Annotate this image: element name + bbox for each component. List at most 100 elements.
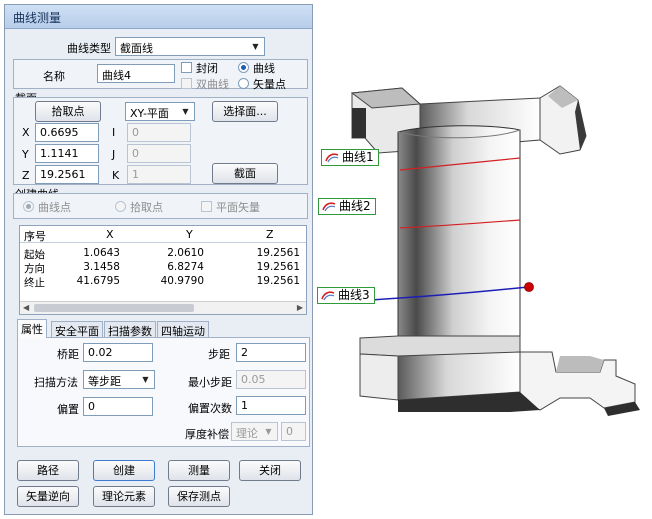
offset-input[interactable]: 0 — [83, 397, 153, 416]
row-z: 19.2561 — [256, 275, 300, 287]
curve-3-label: 曲线3 — [338, 288, 370, 302]
step-input[interactable]: 2 — [236, 343, 306, 362]
scan-method-label: 扫描方法 — [34, 376, 78, 389]
plane-vector-label: 平面矢量 — [216, 201, 260, 214]
curve-radio[interactable] — [238, 62, 249, 73]
offset-label: 偏置 — [57, 403, 79, 416]
tab-four-axis[interactable]: 四轴运动 — [157, 321, 209, 338]
table-row[interactable]: 方向 3.1458 6.8274 19.2561 — [20, 261, 306, 275]
measure-button[interactable]: 测量 — [168, 460, 230, 481]
min-step-input[interactable]: 0.05 — [236, 370, 306, 389]
row-y: 40.9790 — [160, 275, 204, 287]
curve-type-select[interactable]: 截面线 ▼ — [115, 37, 265, 56]
scroll-right-icon[interactable]: ▶ — [297, 302, 303, 314]
tab-safe-plane[interactable]: 安全平面 — [51, 321, 103, 338]
section-button[interactable]: 截面 — [212, 163, 278, 184]
z-input[interactable]: 19.2561 — [35, 165, 99, 184]
thickness-label: 厚度补偿 — [185, 428, 229, 441]
closed-label: 封闭 — [196, 62, 218, 75]
thickness-number-input[interactable]: 0 — [281, 422, 306, 441]
thickness-select[interactable]: 理论 ▼ — [231, 422, 278, 441]
pick-point-radio[interactable] — [115, 201, 126, 212]
j-input[interactable]: 0 — [127, 144, 191, 163]
theory-element-button[interactable]: 理论元素 — [93, 486, 155, 507]
row-name: 起始 — [24, 249, 45, 261]
offset-count-input[interactable]: 1 — [236, 396, 306, 415]
name-label: 名称 — [43, 70, 65, 83]
min-step-label: 最小步距 — [188, 376, 232, 389]
row-y: 6.8274 — [167, 261, 204, 273]
chevron-down-icon: ▼ — [142, 375, 149, 384]
scroll-left-icon[interactable]: ◀ — [23, 302, 29, 314]
row-name: 方向 — [24, 263, 45, 275]
row-x: 3.1458 — [83, 261, 120, 273]
step-label: 步距 — [208, 348, 230, 361]
row-x: 41.6795 — [76, 275, 120, 287]
y-label: Y — [22, 148, 29, 161]
thickness-value: 理论 — [236, 427, 258, 440]
curve-icon — [325, 153, 339, 163]
table-row[interactable]: 终止 41.6795 40.9790 19.2561 — [20, 275, 306, 289]
chevron-down-icon: ▼ — [182, 107, 189, 116]
z-label: Z — [22, 169, 30, 182]
scrollbar-thumb[interactable] — [34, 304, 194, 312]
k-input[interactable]: 1 — [127, 165, 191, 184]
j-label: J — [112, 148, 116, 161]
name-input[interactable]: 曲线4 — [97, 64, 175, 83]
curve-type-label: 曲线类型 — [67, 42, 111, 55]
probe-point[interactable] — [524, 282, 534, 292]
chevron-down-icon: ▼ — [265, 427, 272, 436]
plane-select[interactable]: XY-平面 ▼ — [125, 102, 195, 121]
offset-count-label: 偏置次数 — [188, 402, 232, 415]
closed-checkbox[interactable] — [181, 62, 192, 73]
x-label: X — [22, 126, 30, 139]
select-face-button[interactable]: 选择面... — [212, 101, 278, 122]
close-button[interactable]: 关闭 — [239, 460, 301, 481]
row-y: 2.0610 — [167, 247, 204, 259]
plane-vector-checkbox[interactable] — [201, 201, 212, 212]
curve-1-callout[interactable]: 曲线1 — [321, 149, 379, 166]
y-input[interactable]: 1.1141 — [35, 144, 99, 163]
pick-point-button[interactable]: 拾取点 — [35, 101, 101, 122]
curve-2-callout[interactable]: 曲线2 — [318, 198, 376, 215]
double-curve-checkbox[interactable] — [181, 78, 192, 89]
dialog-title: 曲线测量 — [5, 5, 312, 29]
table-header: 序号 X Y Z — [20, 226, 306, 243]
col-header-z: Z — [266, 228, 274, 241]
curve-type-value: 截面线 — [120, 42, 153, 55]
tab-scan-params[interactable]: 扫描参数 — [104, 321, 156, 338]
create-button[interactable]: 创建 — [93, 460, 155, 481]
curve-2-label: 曲线2 — [339, 199, 371, 213]
3d-viewport[interactable] — [318, 0, 652, 519]
curve-measure-dialog: 曲线测量 曲线类型 截面线 ▼ 名称 曲线4 封闭 双曲线 曲线 矢量点 截面 … — [4, 4, 313, 515]
curve-point-label: 曲线点 — [38, 201, 71, 214]
x-input[interactable]: 0.6695 — [35, 123, 99, 142]
reverse-vector-button[interactable]: 矢量逆向 — [17, 486, 79, 507]
row-name: 终止 — [24, 277, 45, 289]
chevron-down-icon: ▼ — [252, 42, 259, 51]
path-button[interactable]: 路径 — [17, 460, 79, 481]
vector-point-label: 矢量点 — [253, 78, 286, 91]
points-table: 序号 X Y Z 起始 1.0643 2.0610 19.2561 方向 3.1… — [19, 225, 307, 315]
table-row[interactable]: 起始 1.0643 2.0610 19.2561 — [20, 247, 306, 261]
curve-radio-label: 曲线 — [253, 62, 275, 75]
vector-point-radio[interactable] — [238, 78, 249, 89]
curve-3-callout[interactable]: 曲线3 — [317, 287, 375, 304]
i-label: I — [112, 126, 116, 139]
bridge-input[interactable]: 0.02 — [83, 343, 153, 362]
row-z: 19.2561 — [256, 261, 300, 273]
pick-point-label: 拾取点 — [130, 201, 163, 214]
col-header-y: Y — [186, 228, 193, 241]
curve-point-radio[interactable] — [23, 201, 34, 212]
save-points-button[interactable]: 保存测点 — [168, 486, 230, 507]
i-input[interactable]: 0 — [127, 123, 191, 142]
curve-1-label: 曲线1 — [342, 150, 374, 164]
tab-properties[interactable]: 属性 — [17, 319, 47, 338]
double-curve-label: 双曲线 — [196, 78, 229, 91]
scan-method-select[interactable]: 等步距 ▼ — [83, 370, 155, 389]
table-horizontal-scrollbar[interactable]: ◀ ▶ — [20, 301, 306, 314]
plane-value: XY-平面 — [130, 107, 169, 120]
cylinder-body — [397, 125, 521, 345]
row-z: 19.2561 — [256, 247, 300, 259]
scan-method-value: 等步距 — [88, 375, 121, 388]
